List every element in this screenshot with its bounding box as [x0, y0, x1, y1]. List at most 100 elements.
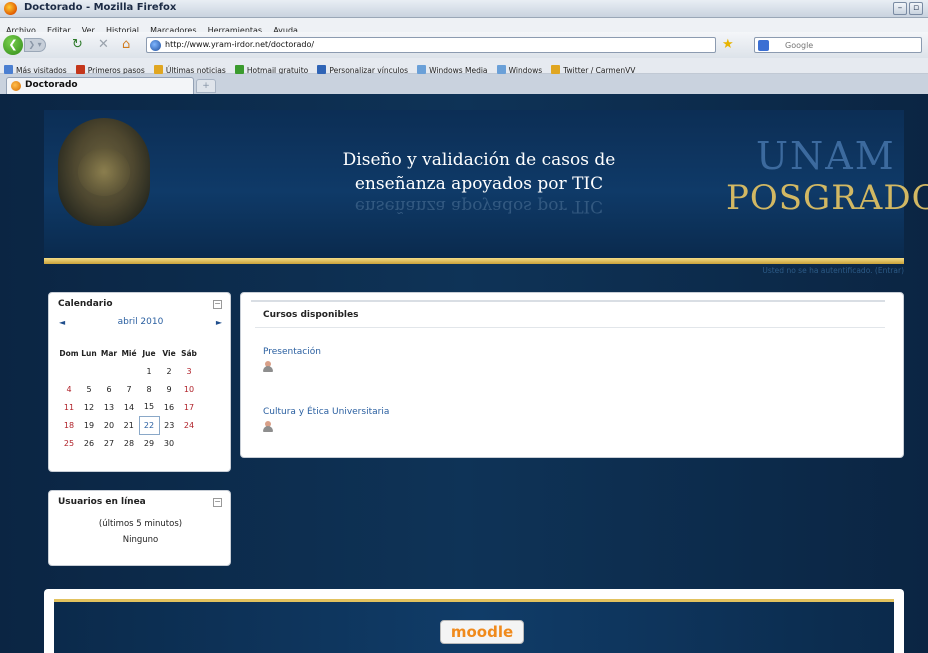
- online-users-block: Usuarios en línea − (últimos 5 minutos) …: [48, 490, 231, 566]
- calendar-day: 3: [186, 366, 192, 376]
- footer-band: moodle: [54, 599, 894, 653]
- site-title: Diseño y validación de casos de enseñanz…: [294, 148, 664, 196]
- calendar-day: 21: [123, 420, 134, 430]
- calendar-day: 14: [123, 402, 135, 412]
- weekday-header: Sáb: [181, 349, 197, 358]
- calendar-day: 12: [83, 402, 95, 412]
- user-icon: [263, 421, 273, 432]
- menu-bar: Archivo Editar Ver Historial Marcadores …: [0, 18, 928, 35]
- tab-doctorado[interactable]: Doctorado: [6, 77, 194, 94]
- calendar-day: 1: [146, 366, 152, 376]
- online-users-none: Ninguno: [122, 535, 159, 545]
- header-divider: [44, 258, 904, 264]
- calendar-day: 13: [103, 402, 115, 412]
- forward-button[interactable]: ❯ ▾: [24, 38, 46, 52]
- search-input[interactable]: [785, 39, 915, 51]
- calendar-week: 25 26 27 28 29 30: [59, 434, 199, 452]
- calendar-block: Calendario − ◄ abril 2010 ► Dom Lun Mar …: [48, 292, 231, 472]
- online-users-period: (últimos 5 minutos): [98, 519, 183, 529]
- firefox-icon: [4, 2, 17, 15]
- tab-label: Doctorado: [25, 80, 78, 90]
- minimize-button[interactable]: –: [893, 2, 907, 15]
- calendar-week: 11 12 13 14 15 16 17: [59, 398, 199, 416]
- rss-icon: [153, 65, 163, 74]
- calendar-day-today[interactable]: 22: [138, 415, 160, 435]
- calendar-month-nav: ◄ abril 2010 ►: [59, 317, 222, 331]
- calendar-day: 26: [83, 438, 95, 448]
- maximize-button[interactable]: ▫: [909, 2, 923, 15]
- calendar-day: 27: [103, 438, 115, 448]
- calendar-weekdays: Dom Lun Mar Mié Jue Vie Sáb: [59, 345, 199, 362]
- search-box[interactable]: [754, 37, 922, 53]
- stop-icon[interactable]: ✕: [98, 38, 109, 52]
- weekday-header: Jue: [142, 349, 156, 358]
- msn-icon: [234, 65, 244, 74]
- weekday-header: Mié: [121, 349, 137, 358]
- course-link-cultura-etica[interactable]: Cultura y Ética Universitaria: [263, 407, 389, 417]
- reload-icon[interactable]: ↻: [72, 38, 83, 52]
- page-icon: [417, 65, 427, 74]
- collapse-icon[interactable]: −: [213, 498, 222, 507]
- calendar-day: 8: [146, 384, 152, 394]
- site-title-reflection: enseñanza apoyados por TIC: [354, 196, 604, 216]
- next-month-icon[interactable]: ►: [216, 318, 222, 327]
- login-link[interactable]: Entrar: [878, 266, 901, 275]
- tab-bar: Doctorado +: [0, 74, 928, 94]
- calendar-day: 24: [183, 420, 195, 430]
- firefox-bookmark-icon: [75, 65, 85, 74]
- back-button[interactable]: ❮: [3, 35, 23, 55]
- window-titlebar: Doctorado - Mozilla Firefox – ▫: [0, 0, 928, 18]
- navigation-toolbar: ❮ ❯ ▾ ↻ ✕ ⌂ http://www.yram-irdor.net/do…: [0, 32, 928, 58]
- calendar-day: 7: [126, 384, 132, 394]
- moodle-logo[interactable]: moodle: [440, 620, 524, 644]
- site-header: Diseño y validación de casos de enseñanz…: [44, 110, 928, 258]
- page-content: Diseño y validación de casos de enseñanz…: [0, 94, 928, 653]
- weekday-header: Lun: [81, 349, 97, 358]
- seal-eagle: [78, 148, 130, 196]
- url-text: http://www.yram-irdor.net/doctorado/: [165, 40, 315, 49]
- page-footer: moodle: [44, 589, 904, 653]
- unam-posgrado-logo: UNAM POSGRADO: [726, 134, 928, 224]
- home-icon[interactable]: ⌂: [122, 38, 130, 52]
- calendar-day: 20: [103, 420, 115, 430]
- calendar-day: 30: [163, 438, 175, 448]
- calendar-day: [79, 362, 99, 380]
- weekday-header: Vie: [162, 349, 176, 358]
- calendar-day: 17: [183, 402, 195, 412]
- panel-top-rule: [251, 300, 885, 302]
- site-title-line2: enseñanza apoyados por TIC: [354, 174, 604, 194]
- calendar-day: 6: [106, 384, 112, 394]
- moodle-favicon-icon: [11, 81, 21, 91]
- calendar-day: 16: [163, 402, 175, 412]
- calendar-day: [59, 362, 79, 380]
- user-icon: [263, 361, 273, 372]
- calendar-day: 5: [86, 384, 92, 394]
- calendar-day: 19: [83, 420, 95, 430]
- calendar-week: 4 5 6 7 8 9 10: [59, 380, 199, 398]
- calendar-day: 4: [66, 384, 72, 394]
- unam-seal-logo: [58, 118, 150, 226]
- calendar-day: 9: [166, 384, 172, 394]
- courses-panel: Cursos disponibles Presentación Cultura …: [240, 292, 904, 458]
- weekday-header: Dom: [59, 349, 79, 358]
- site-globe-icon: [150, 40, 161, 51]
- window-title: Doctorado - Mozilla Firefox: [24, 2, 177, 13]
- calendar-day: [119, 362, 139, 380]
- new-tab-button[interactable]: +: [196, 79, 216, 93]
- url-bar[interactable]: http://www.yram-irdor.net/doctorado/: [146, 37, 716, 53]
- logo-posgrado-text: POSGRADO: [726, 178, 928, 218]
- calendar-day: 28: [123, 438, 135, 448]
- course-link-presentacion[interactable]: Presentación: [263, 347, 321, 357]
- calendar-day: [99, 362, 119, 380]
- calendar-week: 18 19 20 21 22 23 24: [59, 415, 199, 435]
- calendar-grid: Dom Lun Mar Mié Jue Vie Sáb 1 2 3 4 5 6: [59, 345, 199, 452]
- collapse-icon[interactable]: −: [213, 300, 222, 309]
- login-status: Usted no se ha autentificado.: [762, 266, 873, 275]
- rss-icon: [551, 65, 561, 74]
- calendar-day: 10: [183, 384, 195, 394]
- logo-unam-text: UNAM: [756, 134, 896, 178]
- calendar-month[interactable]: abril 2010: [59, 317, 222, 327]
- google-icon: [758, 40, 769, 51]
- bookmark-star-icon[interactable]: ★: [722, 37, 734, 52]
- login-info: Usted no se ha autentificado. (Entrar): [762, 266, 904, 275]
